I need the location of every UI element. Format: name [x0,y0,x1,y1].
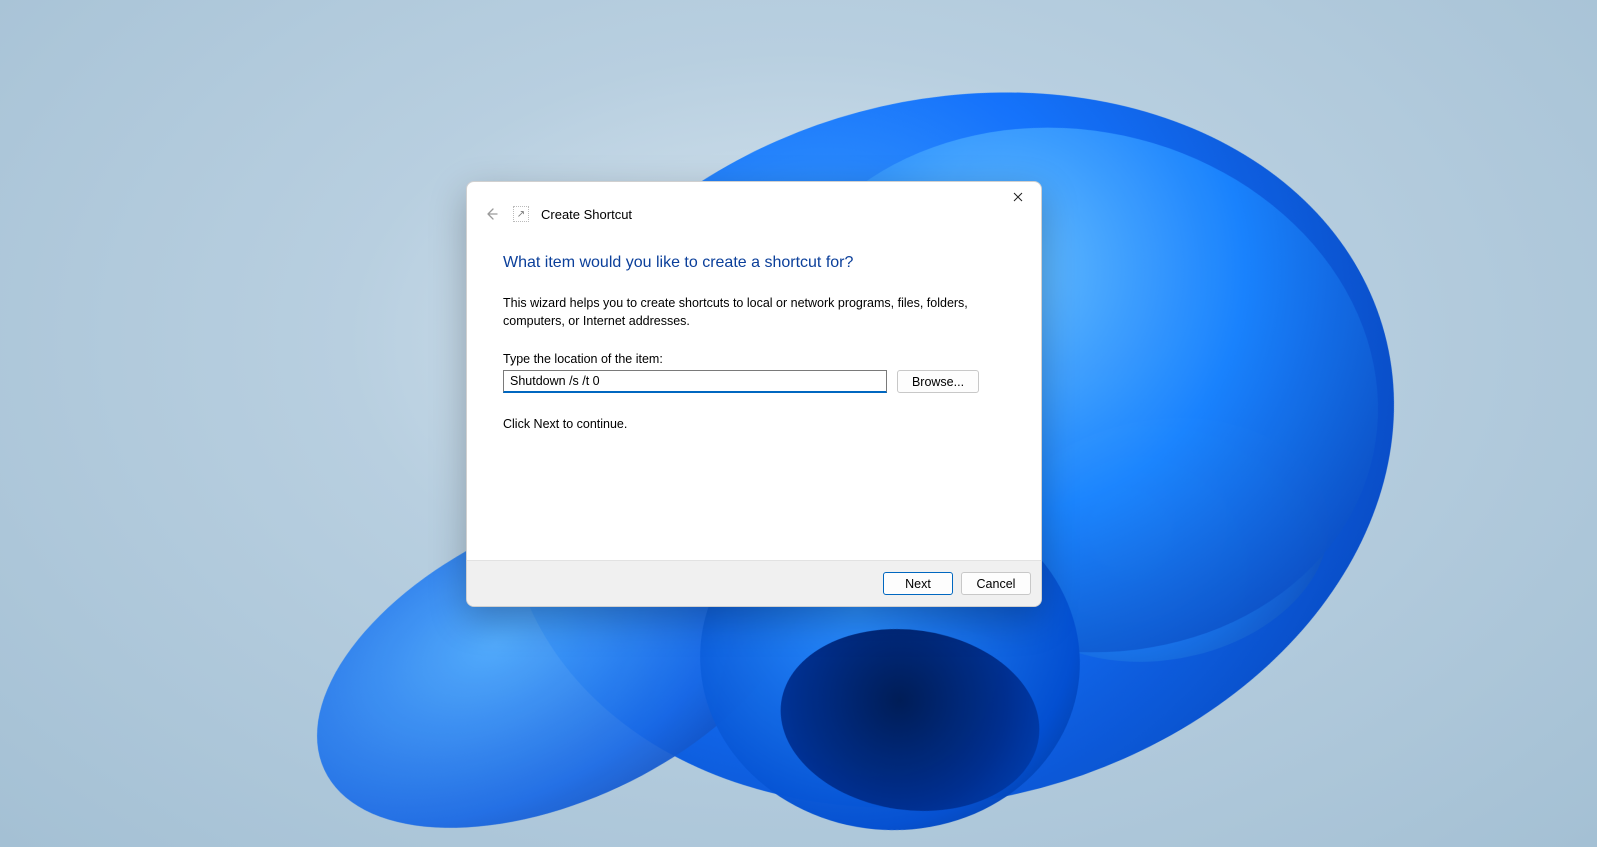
dialog-title: Create Shortcut [541,207,632,222]
window-titlebar [995,182,1041,212]
continue-text: Click Next to continue. [503,417,1005,431]
location-input[interactable] [503,370,887,393]
location-label: Type the location of the item: [503,352,1005,366]
close-button[interactable] [995,182,1041,212]
create-shortcut-dialog: ↗ Create Shortcut What item would you li… [466,181,1042,607]
wizard-heading: What item would you like to create a sho… [503,254,1005,272]
shortcut-icon: ↗ [513,206,529,222]
dialog-content: What item would you like to create a sho… [467,230,1041,560]
arrow-left-icon [484,207,498,221]
back-button[interactable] [481,204,501,224]
browse-button[interactable]: Browse... [897,370,979,393]
close-icon [1013,192,1023,202]
dialog-header: ↗ Create Shortcut [467,182,1041,230]
cancel-button[interactable]: Cancel [961,572,1031,595]
dialog-footer: Next Cancel [467,560,1041,606]
wizard-description: This wizard helps you to create shortcut… [503,294,1003,330]
next-button[interactable]: Next [883,572,953,595]
